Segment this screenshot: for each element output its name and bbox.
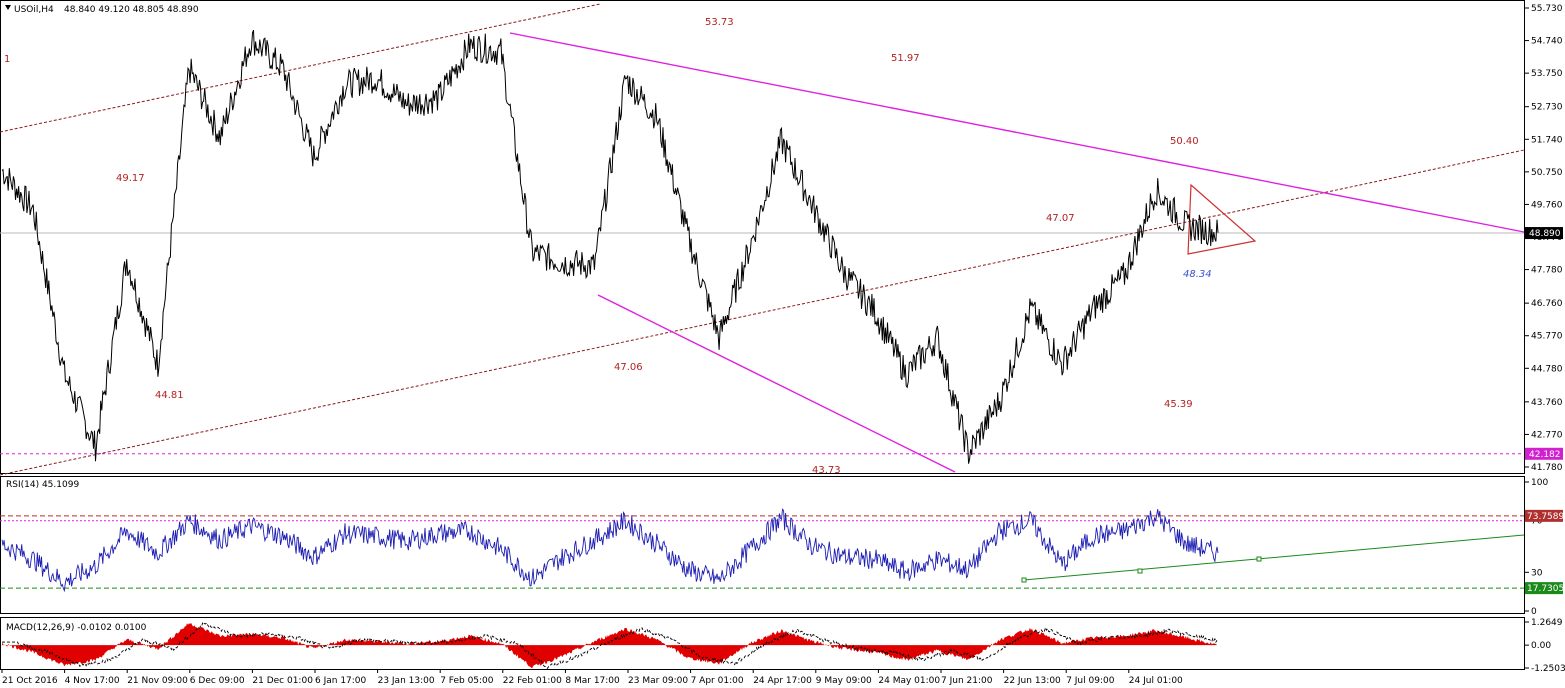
time-tick-label: 21 Oct 2016 — [2, 676, 58, 686]
time-tick-label: 24 Apr 17:00 — [753, 676, 812, 686]
rsi-high-tag-label: 73.7589 — [1527, 512, 1564, 522]
price-tick-label: 42.770 — [1531, 430, 1563, 440]
price-tick-label: 50.750 — [1531, 168, 1563, 178]
channel-lower-line[interactable] — [0, 149, 1525, 476]
time-axis: 21 Oct 2016 4 Nov 17:00 21 Nov 09:00 6 Dec … — [1, 669, 1183, 686]
annotation-label: 47.06 — [614, 362, 643, 373]
ohlc-label: 48.840 49.120 48.805 48.890 — [64, 5, 199, 15]
trendline-anchor[interactable] — [1137, 568, 1143, 574]
resistance-trendline[interactable] — [509, 32, 1525, 233]
time-tick-label: 22 Jun 13:00 — [1004, 676, 1061, 686]
price-axis: 55.730 54.740 53.750 52.730 51.740 50.750 49.7… — [1524, 4, 1563, 473]
price-tick-label: 46.760 — [1531, 299, 1563, 309]
time-tick-label: 4 Nov 17:00 — [65, 676, 120, 686]
time-tick-label: 7 Apr 01:00 — [691, 676, 744, 686]
price-tick-label: 53.750 — [1531, 69, 1563, 79]
annotation-label: 47.07 — [1046, 213, 1075, 224]
symbol-label: USOil,H4 — [14, 5, 54, 15]
macd-layer: 1.2649 0.00 -1.2503 — [2, 618, 1565, 674]
time-tick-label: 7 Jul 09:00 — [1066, 676, 1115, 686]
support-price-tag-label: 42.182 — [1529, 450, 1561, 460]
time-tick-label: 9 May 09:00 — [816, 676, 872, 686]
time-tick-label: 7 Feb 05:00 — [440, 676, 494, 686]
time-tick-label: 21 Dec 01:00 — [252, 676, 313, 686]
rsi-tick-label: 0 — [1531, 607, 1537, 617]
rsi-panel-frame — [0, 476, 1525, 614]
price-tick-label: 55.730 — [1531, 4, 1563, 14]
corner-mark: 1 — [4, 54, 10, 65]
annotation-label: 45.39 — [1164, 399, 1193, 410]
annotation-label: 48.34 — [1183, 269, 1212, 280]
time-tick-label: 22 Feb 01:00 — [503, 676, 562, 686]
time-tick-label: 8 Mar 17:00 — [565, 676, 620, 686]
annotation-label: 53.73 — [705, 17, 734, 28]
rsi-layer: 1007030073.758917.7305 — [0, 478, 1564, 617]
time-tick-label: 6 Jan 17:00 — [315, 676, 367, 686]
time-tick-label: 23 Mar 09:00 — [628, 676, 688, 686]
price-tick-label: 43.760 — [1531, 398, 1563, 408]
macd-tick-label: 1.2649 — [1531, 618, 1563, 628]
price-line — [1, 30, 1219, 464]
chart-header: USOil,H4 48.840 49.120 48.805 48.890 1 — [4, 5, 199, 65]
time-tick-label: 7 Jun 21:00 — [941, 676, 993, 686]
time-tick-label: 24 May 01:00 — [878, 676, 940, 686]
macd-histogram — [2, 623, 1217, 669]
trendline-layer[interactable] — [0, 3, 1525, 476]
price-tick-label: 47.780 — [1531, 266, 1563, 276]
rsi-tick-label: 30 — [1531, 568, 1543, 578]
trendline-anchor[interactable] — [1256, 556, 1262, 562]
support-trendline[interactable] — [597, 294, 956, 473]
time-tick-label: 21 Nov 09:00 — [127, 676, 188, 686]
macd-tick-label: -1.2503 — [1531, 664, 1565, 674]
price-series-layer — [1, 30, 1219, 464]
price-annotations: 53.73 51.97 50.40 49.17 47.07 48.34 44.8… — [116, 17, 1212, 476]
macd-tick-label: 0.00 — [1531, 641, 1551, 651]
time-tick-label: 23 Jan 13:00 — [378, 676, 435, 686]
annotation-label: 50.40 — [1170, 136, 1199, 147]
annotation-label: 44.81 — [155, 390, 184, 401]
price-tick-label: 49.760 — [1531, 200, 1563, 210]
annotation-label: 51.97 — [891, 53, 920, 64]
rsi-title: RSI(14) 45.1099 — [6, 480, 79, 490]
trendline-anchor[interactable] — [1021, 577, 1027, 583]
annotation-label: 49.17 — [116, 173, 145, 184]
current-price-tag-label: 48.890 — [1529, 229, 1561, 239]
price-tick-label: 44.780 — [1531, 364, 1563, 374]
time-tick-label: 6 Dec 09:00 — [190, 676, 245, 686]
price-tick-label: 54.740 — [1531, 37, 1563, 47]
rsi-tick-label: 100 — [1531, 478, 1548, 488]
price-tick-label: 51.740 — [1531, 135, 1563, 145]
time-tick-label: 24 Jul 01:00 — [1129, 676, 1183, 686]
triangle-pattern[interactable] — [1187, 183, 1257, 255]
price-panel-frame — [0, 0, 1525, 474]
annotation-label: 43.73 — [812, 465, 841, 476]
collapse-triangle-icon[interactable] — [5, 5, 11, 10]
price-tick-label: 52.730 — [1531, 103, 1563, 113]
channel-upper-line[interactable] — [0, 3, 601, 133]
price-tick-label: 45.770 — [1531, 332, 1563, 342]
rsi-low-tag-label: 17.7305 — [1527, 584, 1564, 594]
macd-title: MACD(12,26,9) -0.0102 0.0100 — [6, 623, 147, 633]
price-tick-label: 41.780 — [1531, 463, 1563, 473]
rsi-line — [1, 508, 1219, 593]
trading-chart[interactable]: USOil,H4 48.840 49.120 48.805 48.890 1 5… — [0, 0, 1565, 688]
